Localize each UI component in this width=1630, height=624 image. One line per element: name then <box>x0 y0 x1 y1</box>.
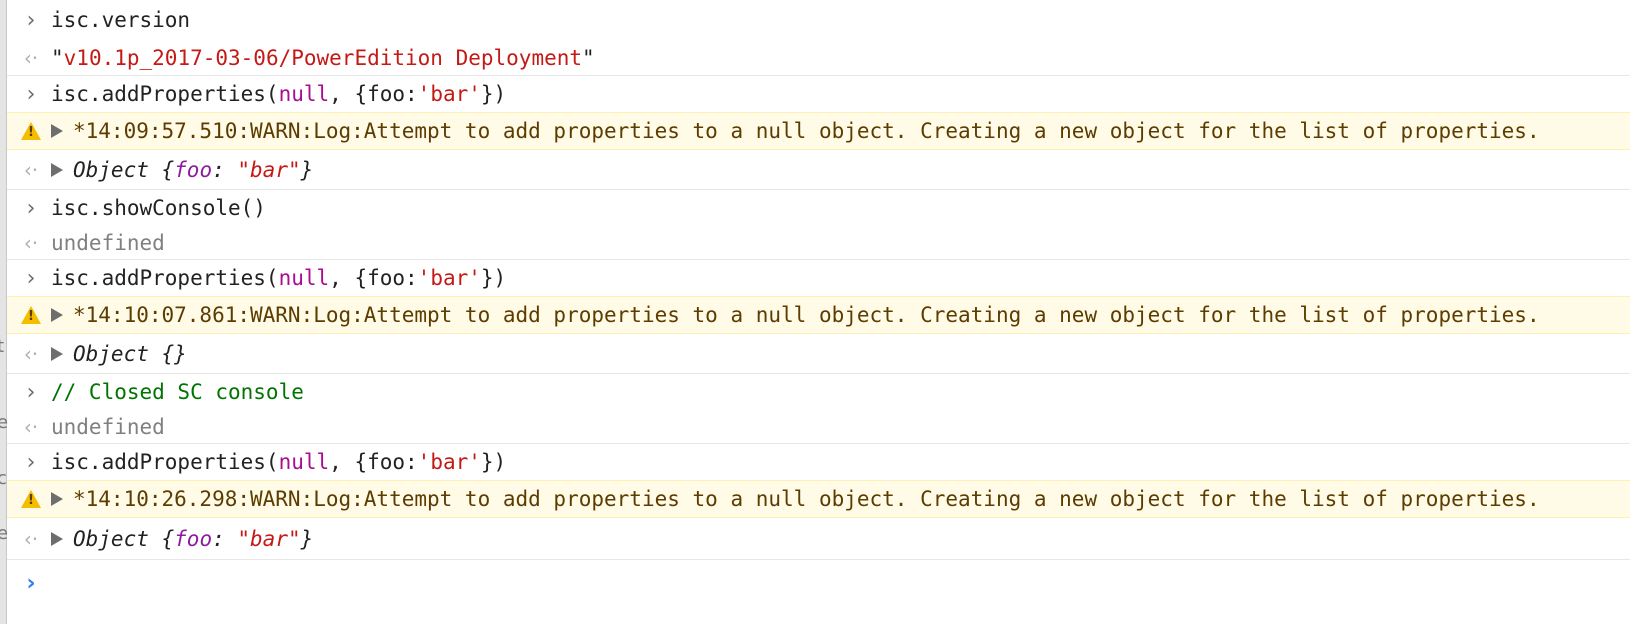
disclosure-triangle-icon[interactable] <box>51 162 63 177</box>
property-value: "bar" <box>237 526 301 551</box>
disclosure-triangle-icon[interactable] <box>51 531 63 546</box>
output-arrow-icon: ‹· <box>23 341 39 366</box>
disclosure-triangle-icon[interactable] <box>51 492 63 506</box>
console-input-line: › // Closed SC console <box>7 374 1630 410</box>
object-label: Object { <box>73 157 175 182</box>
console-output-line: ‹· undefined <box>7 226 1630 260</box>
console-output-line: ‹· " v10.1p_2017-03-06/PowerEdition Deplo… <box>7 40 1630 76</box>
warning-message: *14:10:07.861:WARN:Log:Attempt to add pr… <box>73 303 1540 327</box>
command-text: }) <box>480 450 507 474</box>
command-text: isc.addProperties( <box>51 266 279 290</box>
command-text: isc.version <box>51 8 191 32</box>
result-undefined: undefined <box>51 230 165 255</box>
disclosure-triangle-icon[interactable] <box>51 124 63 138</box>
console-warning-line[interactable]: *14:09:57.510:WARN:Log:Attempt to add pr… <box>7 112 1630 150</box>
comment-text: // Closed SC console <box>51 380 304 404</box>
output-arrow-icon: ‹· <box>23 45 39 70</box>
console-input-line: › isc.addProperties(null, {foo:'bar'}) <box>7 260 1630 296</box>
input-chevron-icon: › <box>26 379 36 405</box>
console-output-line: ‹· undefined <box>7 410 1630 444</box>
command-text: , {foo: <box>329 82 418 106</box>
command-text: }) <box>480 82 507 106</box>
prompt-chevron-icon: › <box>26 570 36 596</box>
console-warning-line[interactable]: *14:10:26.298:WARN:Log:Attempt to add pr… <box>7 480 1630 518</box>
console-output-line[interactable]: ‹· Object {foo: "bar"} <box>7 518 1630 560</box>
edge-glyph: t <box>0 336 5 357</box>
console-prompt-input[interactable]: › <box>7 560 1630 606</box>
input-chevron-icon: › <box>26 7 36 33</box>
command-text: isc.addProperties( <box>51 450 279 474</box>
quote-close: " <box>582 45 595 70</box>
object-preview[interactable]: Object {foo: "bar"} <box>73 158 313 182</box>
quote-open: " <box>51 45 64 70</box>
console-input-line: › isc.addProperties(null, {foo:'bar'}) <box>7 444 1630 480</box>
command-text: isc.showConsole() <box>51 196 266 220</box>
warning-icon <box>19 481 43 517</box>
result-string: v10.1p_2017-03-06/PowerEdition Deploymen… <box>63 45 583 70</box>
edge-glyph: c <box>0 468 7 489</box>
console-input-line: › isc.addProperties(null, {foo:'bar'}) <box>7 76 1630 112</box>
output-arrow-icon: ‹· <box>23 157 39 182</box>
disclosure-triangle-icon[interactable] <box>51 308 63 322</box>
command-text: }) <box>480 266 507 290</box>
input-chevron-icon: › <box>26 81 36 107</box>
property-value: "bar" <box>237 157 301 182</box>
output-arrow-icon: ‹· <box>23 414 39 439</box>
object-colon: : <box>212 157 238 182</box>
command-text: isc.addProperties( <box>51 82 279 106</box>
console-warning-line[interactable]: *14:10:07.861:WARN:Log:Attempt to add pr… <box>7 296 1630 334</box>
warning-icon <box>19 113 43 149</box>
keyword-null: null <box>278 450 330 474</box>
object-close: } <box>300 526 314 551</box>
command-text: , {foo: <box>329 266 418 290</box>
output-arrow-icon: ‹· <box>23 526 39 551</box>
keyword-null: null <box>278 82 330 106</box>
warning-message: *14:10:26.298:WARN:Log:Attempt to add pr… <box>73 487 1540 511</box>
console-input-line: › isc.showConsole() <box>7 190 1630 226</box>
output-arrow-icon: ‹· <box>23 230 39 255</box>
console-input-line: › isc.version <box>7 0 1630 40</box>
object-preview[interactable]: Object {} <box>73 342 187 366</box>
input-chevron-icon: › <box>26 265 36 291</box>
object-label: Object { <box>73 526 175 551</box>
property-name: foo <box>174 526 213 551</box>
warning-icon <box>19 297 43 333</box>
object-preview[interactable]: Object {foo: "bar"} <box>73 527 313 551</box>
string-literal: 'bar' <box>417 266 481 290</box>
keyword-null: null <box>278 266 330 290</box>
console-output-line[interactable]: ‹· Object {foo: "bar"} <box>7 150 1630 190</box>
result-undefined: undefined <box>51 414 165 439</box>
string-literal: 'bar' <box>417 450 481 474</box>
object-colon: : <box>212 526 238 551</box>
property-name: foo <box>174 157 213 182</box>
input-chevron-icon: › <box>26 195 36 221</box>
disclosure-triangle-icon[interactable] <box>51 346 63 361</box>
string-literal: 'bar' <box>417 82 481 106</box>
console-output-line[interactable]: ‹· Object {} <box>7 334 1630 374</box>
console-log: › isc.version ‹· " v10.1p_2017-03-06/Powe… <box>7 0 1630 624</box>
object-close: } <box>300 157 314 182</box>
input-chevron-icon: › <box>26 449 36 475</box>
command-text: , {foo: <box>329 450 418 474</box>
warning-message: *14:09:57.510:WARN:Log:Attempt to add pr… <box>73 119 1540 143</box>
